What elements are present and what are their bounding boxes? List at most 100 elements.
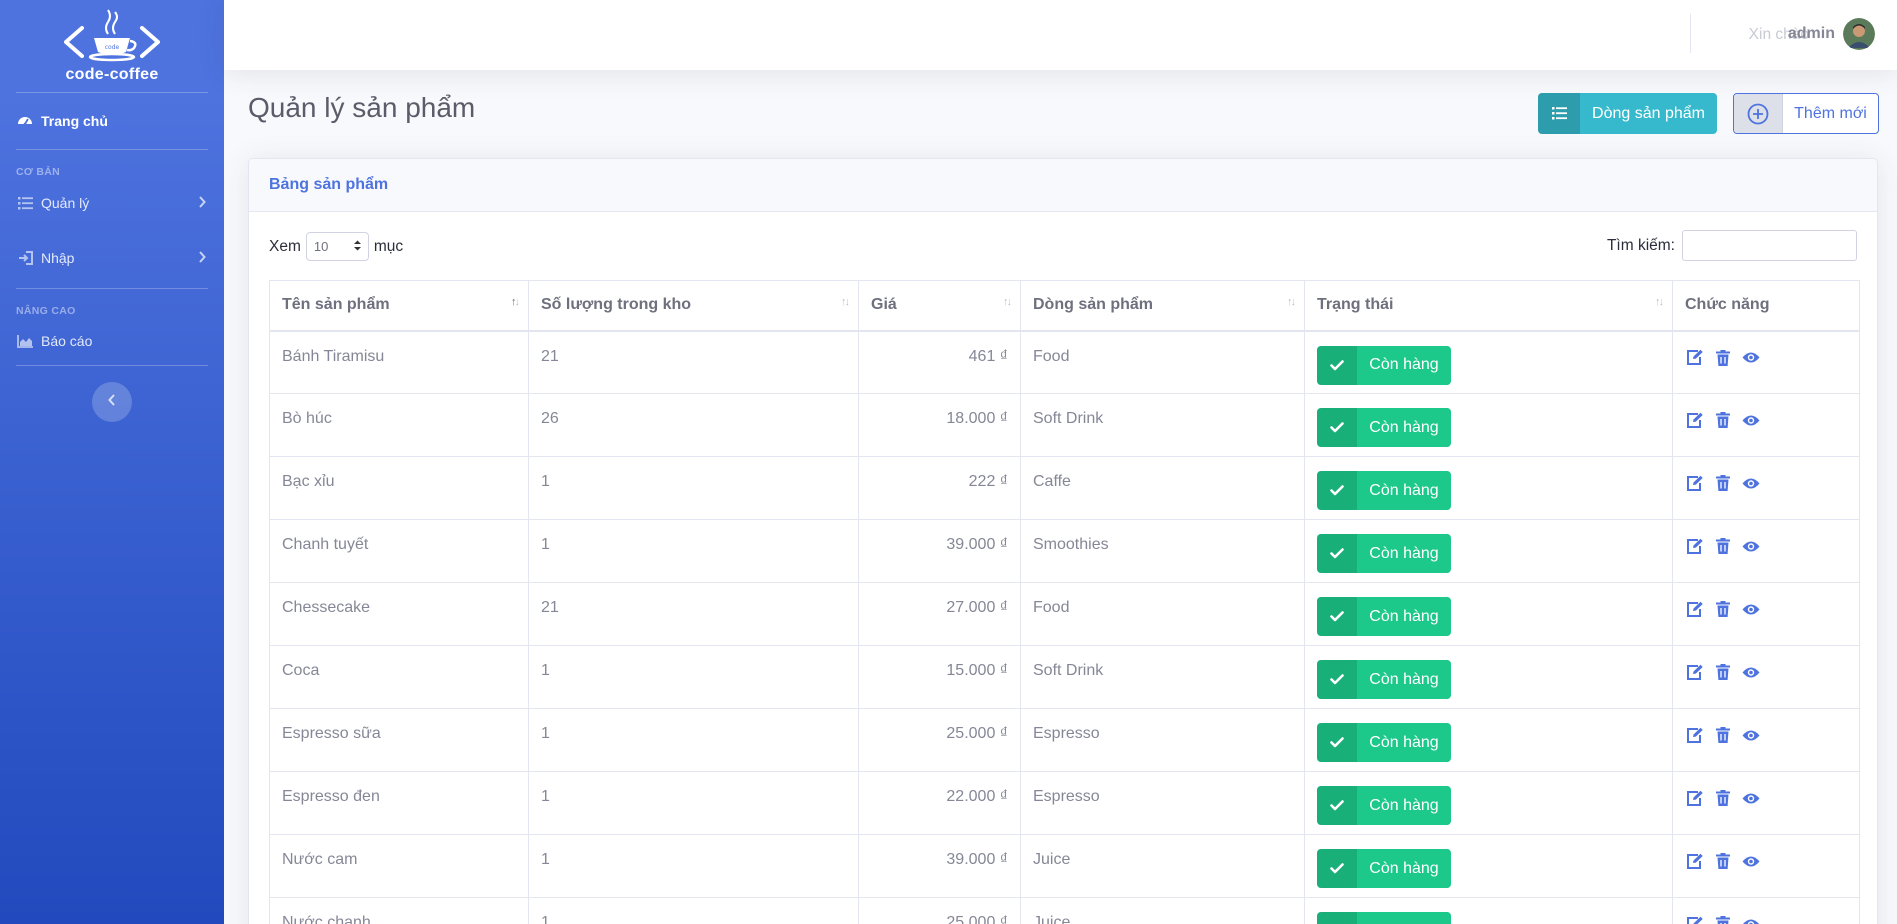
table-row: Bánh Tiramisu 21 461 ₫ Food Còn hàng — [269, 330, 1860, 394]
table-row: Nước chanh 1 25.000 ₫ Juice Còn hàng — [269, 897, 1860, 924]
cell-quantity: 21 — [528, 330, 859, 394]
cell-status: Còn hàng — [1304, 393, 1673, 457]
status-badge[interactable]: Còn hàng — [1317, 597, 1451, 636]
trash-icon[interactable] — [1713, 348, 1733, 368]
status-badge[interactable]: Còn hàng — [1317, 912, 1451, 924]
sidebar-toggle-button[interactable] — [92, 382, 132, 422]
check-icon — [1317, 597, 1357, 636]
cell-category: Smoothies — [1020, 519, 1305, 583]
trash-icon[interactable] — [1713, 788, 1733, 808]
trash-icon[interactable] — [1713, 725, 1733, 745]
eye-icon[interactable] — [1741, 473, 1761, 493]
eye-icon[interactable] — [1741, 599, 1761, 619]
eye-icon[interactable] — [1741, 851, 1761, 871]
eye-icon[interactable] — [1741, 662, 1761, 682]
cell-quantity: 1 — [528, 456, 859, 520]
product-category-button[interactable]: Dòng sản phẩm — [1538, 93, 1717, 134]
topbar-divider — [1690, 14, 1691, 53]
cell-category: Juice — [1020, 897, 1305, 924]
status-badge[interactable]: Còn hàng — [1317, 534, 1451, 573]
eye-icon[interactable] — [1741, 536, 1761, 556]
edit-icon[interactable] — [1685, 599, 1705, 619]
chevron-right-icon — [198, 195, 206, 211]
sidebar-item-import[interactable]: Nhập — [0, 228, 224, 288]
cell-quantity: 21 — [528, 582, 859, 646]
status-badge[interactable]: Còn hàng — [1317, 471, 1451, 510]
trash-icon[interactable] — [1713, 536, 1733, 556]
search-label: Tìm kiếm: — [1606, 236, 1675, 254]
edit-icon[interactable] — [1685, 348, 1705, 368]
sidebar-item-label: Báo cáo — [41, 333, 93, 349]
eye-icon[interactable] — [1741, 914, 1761, 924]
username[interactable]: admin — [1788, 25, 1835, 43]
edit-icon[interactable] — [1685, 851, 1705, 871]
table-row: Espresso đen 1 22.000 ₫ Espresso Còn hàn… — [269, 771, 1860, 835]
sidebar-item-manage[interactable]: Quản lý — [0, 178, 224, 228]
edit-icon[interactable] — [1685, 473, 1705, 493]
cell-quantity: 1 — [528, 645, 859, 709]
column-header-name[interactable]: Tên sản phẩm ↑↓ — [269, 280, 529, 332]
cell-category: Food — [1020, 582, 1305, 646]
status-badge[interactable]: Còn hàng — [1317, 849, 1451, 888]
table-header-row: Tên sản phẩm ↑↓ Số lượng trong kho ↑↓ Giá ↑… — [269, 280, 1860, 332]
status-badge[interactable]: Còn hàng — [1317, 660, 1451, 699]
cell-name: Chessecake — [269, 582, 529, 646]
cell-price: 27.000 ₫ — [858, 582, 1021, 646]
trash-icon[interactable] — [1713, 851, 1733, 871]
sidebar-item-dashboard[interactable]: Trang chủ — [0, 93, 224, 149]
column-header-quantity[interactable]: Số lượng trong kho ↑↓ — [528, 280, 859, 332]
button-label: Dòng sản phẩm — [1592, 104, 1705, 122]
show-label: Xem — [269, 237, 301, 255]
cell-name: Espresso đen — [269, 771, 529, 835]
cell-price: 18.000 ₫ — [858, 393, 1021, 457]
trash-icon[interactable] — [1713, 410, 1733, 430]
check-icon — [1317, 912, 1357, 924]
trash-icon[interactable] — [1713, 599, 1733, 619]
sort-icon: ↑↓ — [1003, 296, 1012, 308]
eye-icon[interactable] — [1741, 725, 1761, 745]
check-icon — [1317, 786, 1357, 825]
status-badge[interactable]: Còn hàng — [1317, 408, 1451, 447]
list-icon — [1538, 93, 1580, 134]
cell-price: 222 ₫ — [858, 456, 1021, 520]
cell-actions — [1672, 330, 1860, 394]
edit-icon[interactable] — [1685, 725, 1705, 745]
chevron-left-icon — [108, 393, 116, 411]
column-header-category[interactable]: Dòng sản phẩm ↑↓ — [1020, 280, 1305, 332]
cell-actions — [1672, 645, 1860, 709]
trash-icon[interactable] — [1713, 914, 1733, 924]
table-row: Bò húc 26 18.000 ₫ Soft Drink Còn hàng — [269, 393, 1860, 457]
edit-icon[interactable] — [1685, 662, 1705, 682]
status-badge[interactable]: Còn hàng — [1317, 723, 1451, 762]
edit-icon[interactable] — [1685, 536, 1705, 556]
edit-icon[interactable] — [1685, 788, 1705, 808]
eye-icon[interactable] — [1741, 788, 1761, 808]
add-new-button[interactable]: Thêm mới — [1733, 93, 1879, 134]
table-row: Bạc xỉu 1 222 ₫ Caffe Còn hàng — [269, 456, 1860, 520]
sidebar-heading-basic: CƠ BẢN — [16, 166, 61, 178]
page-size-value: 10 — [313, 239, 329, 254]
trash-icon[interactable] — [1713, 662, 1733, 682]
avatar[interactable] — [1843, 18, 1875, 50]
cell-category: Food — [1020, 330, 1305, 394]
trash-icon[interactable] — [1713, 473, 1733, 493]
edit-icon[interactable] — [1685, 410, 1705, 430]
cell-price: 15.000 ₫ — [858, 645, 1021, 709]
cell-status: Còn hàng — [1304, 834, 1673, 898]
cell-status: Còn hàng — [1304, 330, 1673, 394]
column-header-status[interactable]: Trạng thái ↑↓ — [1304, 280, 1673, 332]
page-size-select[interactable]: 10 — [305, 232, 369, 261]
cell-status: Còn hàng — [1304, 519, 1673, 583]
search-input[interactable] — [1682, 230, 1857, 261]
edit-icon[interactable] — [1685, 914, 1705, 924]
eye-icon[interactable] — [1741, 410, 1761, 430]
sidebar-brand[interactable]: code code-coffee — [0, 0, 224, 92]
status-badge[interactable]: Còn hàng — [1317, 345, 1451, 385]
product-table-card: Bảng sản phẩm Xem 10 mục Tìm kiếm: Tên s… — [248, 158, 1878, 924]
cell-quantity: 1 — [528, 771, 859, 835]
eye-icon[interactable] — [1741, 348, 1761, 368]
sidebar-item-report[interactable]: Báo cáo — [0, 317, 224, 365]
cell-name: Nước chanh — [269, 897, 529, 924]
status-badge[interactable]: Còn hàng — [1317, 786, 1451, 825]
column-header-price[interactable]: Giá ↑↓ — [858, 280, 1021, 332]
